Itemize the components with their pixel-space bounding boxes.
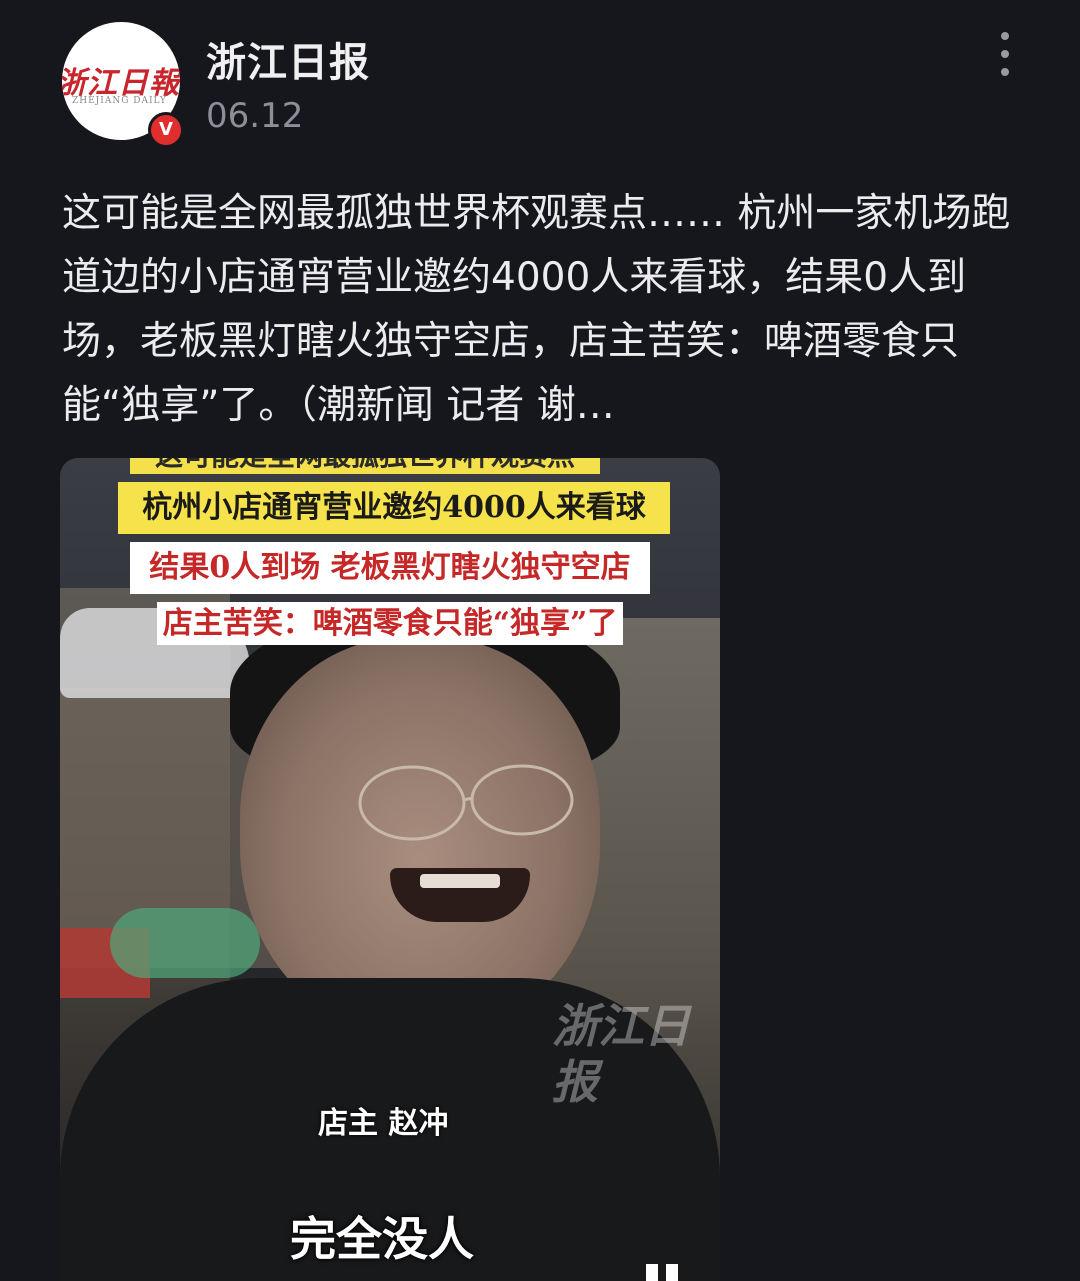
glasses-icon xyxy=(358,764,574,841)
video-caption-top: 这可能是全网最孤独世界杯观赛点 xyxy=(130,458,600,474)
video-watermark: 浙江日报 xyxy=(552,999,690,1109)
verified-badge-icon: V xyxy=(148,112,184,148)
account-name[interactable]: 浙江日报 xyxy=(206,30,370,88)
person-mouth xyxy=(390,868,530,922)
post-header: 浙江日報 ZHEJIANG DAILY V 浙江日报 06.12 xyxy=(0,0,1080,160)
more-options-icon[interactable] xyxy=(990,32,1020,76)
post-text[interactable]: 这可能是全网最孤独世界杯观赛点…… 杭州一家机场跑道边的小店通宵营业邀约4000… xyxy=(62,182,1022,438)
video-caption-yellow: 杭州小店通宵营业邀约4000人来看球 xyxy=(118,482,670,534)
post-date: 06.12 xyxy=(206,96,304,136)
video-main-caption: 完全没人 xyxy=(290,1212,474,1266)
background-green-item xyxy=(110,908,260,978)
video-caption-red-1: 结果0人到场 老板黑灯瞎火独守空店 xyxy=(130,542,650,594)
video-name-caption: 店主 赵冲 xyxy=(318,1106,449,1141)
video-caption-red-2-text: 店主苦笑：啤酒零食只能“独享”了 xyxy=(156,602,624,645)
video-caption-red-2: 店主苦笑：啤酒零食只能“独享”了 xyxy=(130,598,650,650)
video-player[interactable]: 这可能是全网最孤独世界杯观赛点 杭州小店通宵营业邀约4000人来看球 结果0人到… xyxy=(60,458,720,1281)
avatar-subtitle: ZHEJIANG DAILY xyxy=(72,96,167,106)
pause-icon[interactable] xyxy=(646,1264,686,1281)
